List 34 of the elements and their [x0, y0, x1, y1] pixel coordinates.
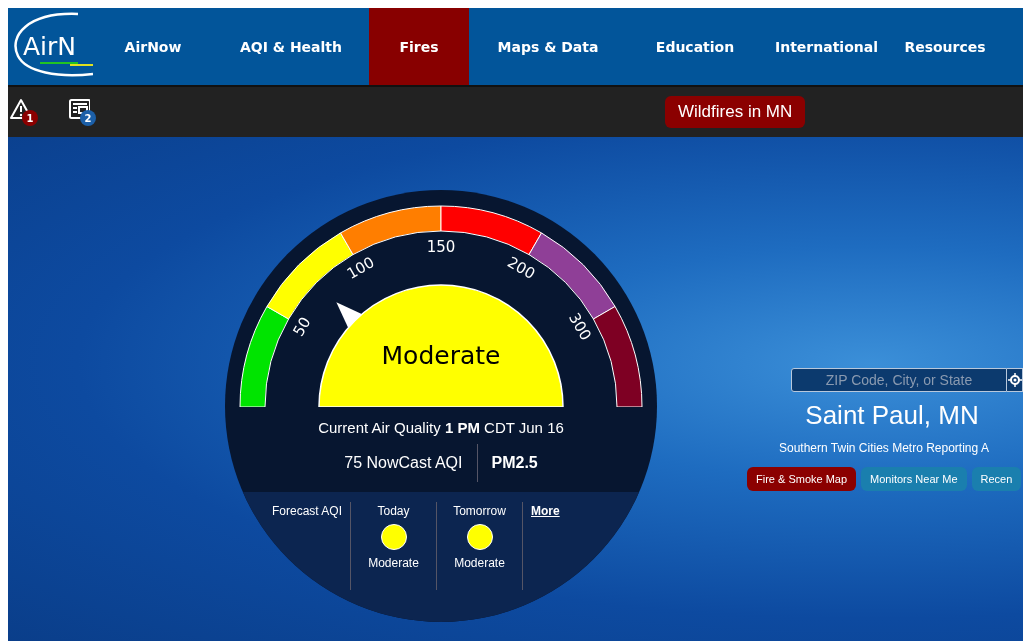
nav-tab[interactable]: Fires — [369, 8, 469, 85]
category-label: Moderate — [368, 556, 419, 570]
category-label: Moderate — [454, 556, 505, 570]
tick-label: 100 — [343, 253, 378, 283]
nav-tab[interactable]: Maps & Data — [469, 8, 627, 85]
tick-label: 150 — [426, 237, 456, 256]
reporting-area: Southern Twin Cities Metro Reporting A — [779, 441, 989, 455]
forecast-label: Forecast AQI — [271, 504, 342, 518]
pollutant-label: PM2.5 — [490, 454, 538, 472]
nav-tab[interactable]: AQI & Health — [213, 8, 369, 85]
alert-button[interactable]: Wildfires in MN — [665, 96, 806, 128]
map-button[interactable]: Fire & Smoke Map — [747, 467, 857, 491]
news-icon[interactable] — [68, 98, 90, 120]
aqi-value: 75 NowCast AQI — [344, 454, 464, 472]
nav-tab[interactable]: Education — [627, 8, 763, 85]
logo[interactable]: AirN — [8, 8, 93, 85]
locate-button[interactable] — [1007, 368, 1023, 392]
day-label: Today — [377, 504, 410, 518]
more-link[interactable]: More — [531, 504, 560, 518]
day-label: Tomorrow — [453, 504, 506, 518]
link-button[interactable]: Monitors Near Me — [861, 467, 967, 491]
tick-label: 200 — [504, 253, 539, 283]
city-name: Saint Paul, MN — [805, 400, 979, 431]
category-label: Moderate — [381, 341, 501, 370]
crosshair-icon — [1008, 373, 1022, 387]
count-badge: 2 — [80, 110, 96, 126]
nav-tab[interactable]: AirNow — [93, 8, 213, 85]
count-badge: 1 — [22, 110, 38, 126]
current-air-quality: Current Air Quality 1 PM CDT Jun 16 — [318, 419, 564, 436]
nav-tab[interactable]: International — [763, 8, 890, 85]
link-button[interactable]: Recen — [971, 467, 1022, 491]
search-field[interactable]: ZIP Code, City, or State — [791, 368, 1007, 392]
tick-label: 50 — [289, 314, 315, 340]
nav-tab[interactable]: Resources — [890, 8, 1000, 85]
